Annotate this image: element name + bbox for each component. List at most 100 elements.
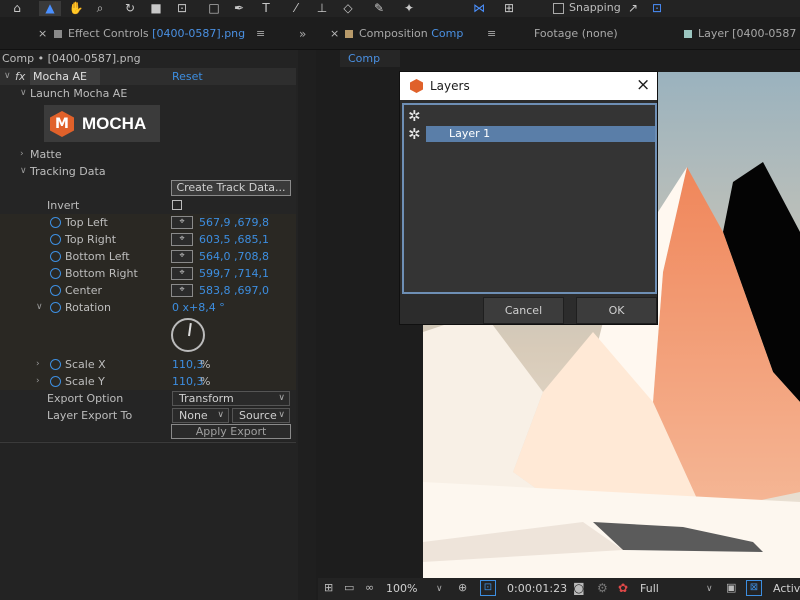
invert-checkbox[interactable] xyxy=(172,200,182,210)
tab-menu-icon[interactable]: ≡ xyxy=(256,26,265,42)
point-value[interactable]: 583,8 ,697,0 xyxy=(199,282,269,299)
mocha-logo-button[interactable]: M MOCHA xyxy=(44,105,160,142)
rotation-value[interactable]: 0 x+8,4 ° xyxy=(172,299,225,316)
layer-export-select[interactable]: None ∨ xyxy=(172,408,229,423)
close-icon[interactable]: × xyxy=(330,26,339,42)
roto-brush-tool-icon[interactable]: ✎ xyxy=(368,1,390,16)
tab-menu-icon[interactable]: ≡ xyxy=(487,26,496,42)
comp-subtab[interactable]: Comp xyxy=(340,50,400,67)
hand-tool-icon[interactable]: ✋ xyxy=(66,1,86,16)
crosshair-icon[interactable]: ⌖ xyxy=(171,216,193,229)
close-icon[interactable]: × xyxy=(636,75,650,95)
rotate-tool-icon[interactable]: ↻ xyxy=(120,1,140,16)
tab-effect-controls[interactable]: Effect Controls [0400-0587].png xyxy=(54,26,245,42)
stopwatch-icon[interactable] xyxy=(50,251,61,262)
tab-layer[interactable]: Layer [0400-0587 xyxy=(684,26,796,42)
close-icon[interactable]: × xyxy=(38,26,47,42)
breadcrumb-text: Comp • [0400-0587].png xyxy=(2,52,141,65)
collapse-chevron-icon[interactable]: ∨ xyxy=(20,163,27,180)
collapse-chevron-icon[interactable]: ∨ xyxy=(36,299,43,316)
grid-icon[interactable]: ⊞ xyxy=(498,1,520,16)
effect-header[interactable]: ∨ fx Mocha AE Reset xyxy=(0,68,296,85)
tracking-data-label: Tracking Data xyxy=(30,165,106,178)
apply-export-button[interactable]: Apply Export xyxy=(171,424,291,439)
crosshair-icon[interactable]: ⌖ xyxy=(171,233,193,246)
type-tool-icon[interactable]: T xyxy=(256,1,276,16)
create-track-data-button[interactable]: Create Track Data... xyxy=(171,180,291,196)
point-value[interactable]: 567,9 ,679,8 xyxy=(199,214,269,231)
puppet-tool-icon[interactable]: ✦ xyxy=(398,1,420,16)
point-value[interactable]: 564,0 ,708,8 xyxy=(199,248,269,265)
crosshair-icon[interactable]: ⌖ xyxy=(171,284,193,297)
stopwatch-icon[interactable] xyxy=(50,285,61,296)
collapse-chevron-icon[interactable]: ∨ xyxy=(20,85,27,102)
snap-target-icon[interactable]: ⊡ xyxy=(648,1,666,16)
list-item[interactable]: ✲ xyxy=(406,107,655,125)
eraser-tool-icon[interactable]: ◇ xyxy=(338,1,358,16)
preview-icon[interactable]: ⊞ xyxy=(324,581,333,594)
cancel-button[interactable]: Cancel xyxy=(483,297,564,324)
brush-tool-icon[interactable]: ⁄ xyxy=(286,1,306,16)
scale-x-value[interactable]: 110,3 xyxy=(172,356,204,373)
launch-mocha-row[interactable]: ∨ Launch Mocha AE xyxy=(0,85,296,102)
mask-icon[interactable]: ∞ xyxy=(365,581,374,594)
ok-button[interactable]: OK xyxy=(576,297,657,324)
snapping-checkbox[interactable] xyxy=(553,3,564,14)
scale-y-value[interactable]: 110,3 xyxy=(172,373,204,390)
zoom-tool-icon[interactable]: ⌕ xyxy=(90,1,110,16)
target-region-icon[interactable]: ▣ xyxy=(726,581,736,594)
crosshair-icon[interactable]: ⌖ xyxy=(171,267,193,280)
expand-chevron-icon[interactable]: › xyxy=(36,356,40,373)
camera-icon[interactable]: ◙ xyxy=(573,581,585,595)
tab-footage[interactable]: Footage (none) xyxy=(534,26,618,42)
resolution-select[interactable]: Full ∨ xyxy=(640,581,716,597)
pan-behind-tool-icon[interactable]: ⊡ xyxy=(172,1,192,16)
layers-list[interactable]: ✲ ✲ Layer 1 xyxy=(402,103,657,294)
crosshair-icon[interactable]: ⌖ xyxy=(171,250,193,263)
timecode[interactable]: 0:00:01:23 xyxy=(507,581,567,597)
clone-stamp-tool-icon[interactable]: ⊥ xyxy=(312,1,332,16)
stopwatch-icon[interactable] xyxy=(50,217,61,228)
stopwatch-icon[interactable] xyxy=(50,234,61,245)
snap-options-icon[interactable]: ↗ xyxy=(624,1,642,16)
scrollbar-track[interactable] xyxy=(298,50,316,600)
rotation-dial[interactable] xyxy=(171,318,205,352)
selection-tool-icon[interactable]: ▲ xyxy=(39,1,61,16)
monitor-icon[interactable]: ▭ xyxy=(344,581,354,594)
stopwatch-icon[interactable] xyxy=(50,302,61,313)
rectangle-tool-icon[interactable]: □ xyxy=(204,1,224,16)
export-option-select[interactable]: Transform ∨ xyxy=(172,391,290,406)
stopwatch-icon[interactable] xyxy=(50,268,61,279)
expand-panels-icon[interactable]: » xyxy=(299,26,306,42)
stopwatch-icon[interactable] xyxy=(50,376,61,387)
layer-export-row: Layer Export To None ∨ Source ∨ xyxy=(0,407,296,424)
align-icon[interactable]: ⋈ xyxy=(468,1,490,16)
zoom-select[interactable]: 100% ∨ xyxy=(386,581,450,597)
tracking-data-row[interactable]: ∨ Tracking Data xyxy=(0,163,296,180)
reset-link[interactable]: Reset xyxy=(172,68,203,85)
fit-icon[interactable]: ⊕ xyxy=(458,581,467,594)
pen-tool-icon[interactable]: ✒ xyxy=(228,1,250,16)
show-snapshot-icon[interactable]: ⚙ xyxy=(597,581,608,595)
expand-chevron-icon[interactable]: › xyxy=(20,146,24,163)
fx-icon[interactable]: fx xyxy=(15,68,25,85)
dialog-title-bar[interactable]: Layers × xyxy=(400,72,657,100)
point-value[interactable]: 599,7 ,714,1 xyxy=(199,265,269,282)
color-channels-icon[interactable]: ✿ xyxy=(618,581,628,595)
source-select[interactable]: Source ∨ xyxy=(232,408,290,423)
stopwatch-icon[interactable] xyxy=(50,359,61,370)
list-item[interactable]: ✲ Layer 1 xyxy=(406,125,655,143)
transparency-grid-icon[interactable]: ⊠ xyxy=(746,580,762,596)
scale-x-unit: % xyxy=(200,358,211,371)
home-icon[interactable]: ⌂ xyxy=(6,1,28,16)
expand-chevron-icon[interactable]: › xyxy=(36,373,40,390)
point-value[interactable]: 603,5 ,685,1 xyxy=(199,231,269,248)
camera-tool-icon[interactable]: ■ xyxy=(146,1,166,16)
tab-composition[interactable]: Composition Comp xyxy=(345,26,463,42)
collapse-chevron-icon[interactable]: ∨ xyxy=(4,68,11,85)
active-camera-label[interactable]: Activ xyxy=(773,581,800,597)
region-of-interest-icon[interactable]: ⊡ xyxy=(480,580,496,596)
source-value: Source xyxy=(239,409,277,422)
point-row: Center ⌖ 583,8 ,697,0 xyxy=(0,282,296,299)
matte-row[interactable]: › Matte xyxy=(0,146,296,163)
